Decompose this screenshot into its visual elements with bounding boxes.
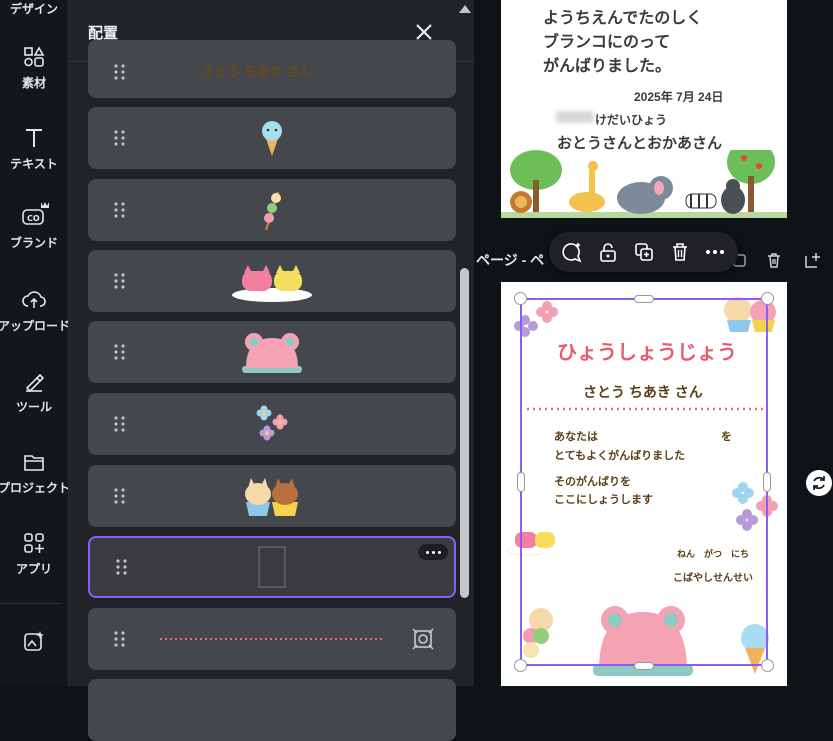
rail-label: テキスト (10, 157, 58, 171)
rail-label: ツール (15, 400, 52, 414)
page1-line2: ブランコにのって (543, 34, 671, 51)
upload-icon (22, 291, 46, 308)
rail-item-magic[interactable] (0, 630, 68, 658)
rotate-icon (813, 476, 825, 490)
trash-icon[interactable] (669, 241, 691, 263)
layer-item[interactable]: さとう ちあき さん (88, 40, 456, 98)
layer-item[interactable] (88, 393, 456, 455)
resize-handle-top-left[interactable] (514, 292, 527, 305)
blurred-name (556, 111, 594, 123)
drag-handle-icon[interactable] (116, 559, 128, 575)
cupcakes-icon (245, 478, 298, 516)
resize-handle-left[interactable] (517, 472, 525, 492)
macarons-icon (232, 265, 312, 302)
comment-add-icon[interactable] (561, 241, 583, 263)
brand-icon: CO (22, 202, 49, 225)
frog-hat-icon (242, 333, 302, 373)
page1-line3: がんばりました。 (543, 58, 672, 75)
dango-icon (264, 191, 281, 231)
more-options-button[interactable] (418, 544, 448, 560)
resize-handle-bottom[interactable] (634, 662, 654, 670)
lock-icon[interactable] (597, 241, 619, 263)
page-label: ページ - ペ (476, 252, 545, 268)
rail-item-brand[interactable]: CO ブランド (0, 200, 68, 251)
magic-image-icon (24, 631, 44, 651)
scroll-up-arrow[interactable] (459, 5, 471, 13)
rail-label: ブランド (9, 236, 58, 250)
resize-handle-top-right[interactable] (761, 292, 774, 305)
drag-handle-icon[interactable] (114, 202, 126, 218)
rail-label: デザイン (9, 2, 58, 16)
layers-panel: 配置 さとう ちあき さん (68, 0, 475, 741)
page1-from-label: けだいひょう (595, 113, 668, 127)
rail-item-upload[interactable]: アップロード (0, 289, 70, 334)
floating-toolbar (549, 232, 738, 272)
page1-line1: ようちえんでたのしく (543, 10, 703, 27)
rail-item-design[interactable]: デザイン (0, 0, 68, 17)
drag-handle-icon[interactable] (114, 64, 126, 80)
drag-handle-icon[interactable] (114, 416, 126, 432)
apps-icon (24, 533, 44, 553)
layer-item[interactable] (88, 179, 456, 241)
text-icon (26, 129, 42, 147)
rotate-button[interactable] (806, 470, 832, 496)
layer-item[interactable] (88, 250, 456, 312)
drag-handle-icon[interactable] (114, 130, 126, 146)
page1-date: 2025年 7月 24日 (634, 90, 724, 104)
rail-item-projects[interactable]: プロジェクト (0, 451, 70, 496)
flowers-icon (256, 405, 288, 441)
page-1[interactable]: ようちえんでたのしく ブランコにのって がんばりました。 2025年 7月 24… (501, 0, 787, 218)
frame-select-icon[interactable] (412, 628, 434, 650)
delete-page-icon[interactable] (764, 250, 784, 270)
layer-item-selected[interactable] (88, 536, 456, 598)
resize-handle-bottom-right[interactable] (761, 659, 774, 672)
zoo-animals-illustration (501, 150, 787, 218)
svg-text:CO: CO (27, 214, 40, 223)
resize-handle-top[interactable] (634, 295, 654, 303)
rail-item-apps[interactable]: アプリ (0, 532, 68, 577)
folder-icon (24, 455, 44, 471)
layer-item[interactable] (88, 321, 456, 383)
layer-item[interactable] (88, 608, 456, 670)
frame-icon (258, 546, 286, 588)
scroll-thumb[interactable] (460, 268, 469, 598)
layer-item[interactable] (88, 107, 456, 169)
more-icon[interactable] (704, 241, 726, 263)
panel-scrollbar[interactable] (457, 0, 474, 686)
resize-handle-bottom-left[interactable] (514, 659, 527, 672)
layer-item[interactable] (88, 465, 456, 527)
dotted-line-icon (160, 638, 384, 640)
rail-item-elements[interactable]: 素材 (0, 46, 68, 91)
drag-handle-icon[interactable] (114, 631, 126, 647)
duplicate-icon[interactable] (633, 241, 655, 263)
rail-label: アプリ (15, 562, 52, 576)
rail-label: 素材 (21, 76, 46, 90)
rail-label: プロジェクト (0, 481, 70, 495)
drag-handle-icon[interactable] (114, 488, 126, 504)
left-rail: デザイン 素材 テキスト CO ブランド アップロード ツール プロジェクト ア… (0, 0, 70, 686)
drag-handle-icon[interactable] (114, 344, 126, 360)
rail-item-text[interactable]: テキスト (0, 127, 68, 172)
rail-label: アップロード (0, 319, 70, 333)
layer-text-thumbnail: さとう ちあき さん (201, 64, 313, 79)
resize-handle-right[interactable] (763, 472, 771, 492)
add-page-icon[interactable] (803, 250, 823, 270)
drag-handle-icon[interactable] (114, 273, 126, 289)
rail-item-tools[interactable]: ツール (0, 370, 68, 415)
elements-icon (24, 46, 45, 67)
ice-cream-icon (262, 121, 282, 156)
selection-box[interactable] (520, 298, 768, 666)
tools-icon (25, 373, 45, 392)
rail-divider (0, 603, 60, 604)
layer-item[interactable] (88, 679, 456, 741)
